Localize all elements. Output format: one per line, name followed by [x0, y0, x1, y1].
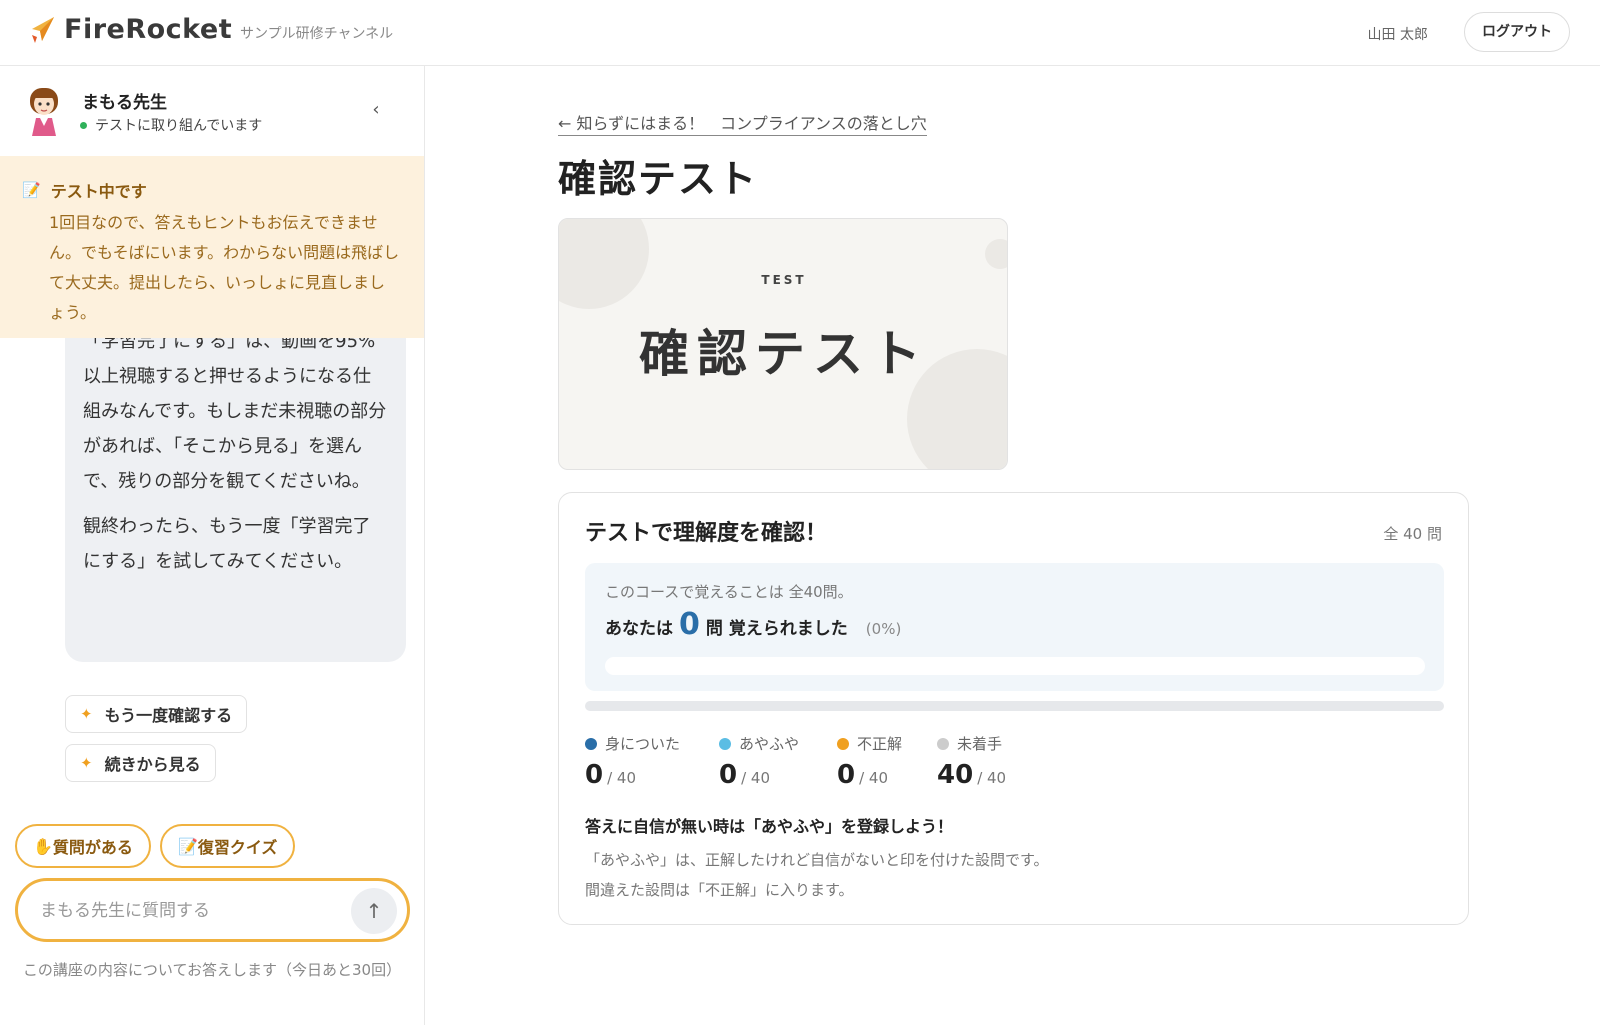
ask-question-label: 質問がある: [52, 838, 133, 857]
memo-icon: 📝: [177, 836, 198, 856]
message-paragraph: 観終わったら、もう一度「学習完了にする」を試してみてください。: [83, 516, 371, 572]
status-distribution-bar: [585, 701, 1444, 711]
teacher-avatar: [30, 88, 58, 136]
test-notice: 📝 テスト中です 1回目なので、答えもヒントもお伝えできません。でもそばにいます…: [0, 156, 424, 338]
stat-of: / 40: [977, 769, 1007, 787]
test-thumbnail: TEST 確認テスト: [558, 218, 1008, 470]
sparkle-icon: ✦: [80, 754, 93, 772]
chevron-left-icon[interactable]: ‹: [366, 100, 386, 120]
stat-value-row: 40/ 40: [937, 760, 1006, 790]
main-content: ← 知らずにはまる！ コンプライアンスの落とし穴 確認テスト TEST 確認テス…: [426, 66, 1600, 1025]
app-header: FireRocket サンプル研修チャンネル 山田 太郎 ログアウト: [0, 0, 1600, 66]
message-paragraph: 「学習完了にする」は、動画を95%以上視聴すると押せるようになる仕組みなんです。…: [83, 331, 387, 492]
resume-label: 続きから見る: [104, 755, 201, 774]
online-status-icon: [80, 121, 87, 129]
stat-value: 0: [585, 760, 604, 790]
learned-prefix: あなたは: [605, 619, 673, 639]
learned-count: 0: [679, 607, 700, 642]
stat-value: 0: [837, 760, 856, 790]
review-quiz-button[interactable]: 📝 復習クイズ: [159, 824, 296, 868]
resume-button[interactable]: ✦ 続きから見る: [65, 744, 216, 782]
ask-question-button[interactable]: ✋ 質問がある: [15, 824, 151, 868]
learned-progress-bar: [605, 657, 1425, 675]
stat-label-row: あやふや: [719, 733, 799, 754]
review-quiz-label: 復習クイズ: [197, 838, 278, 857]
decor-circle: [559, 219, 649, 309]
brand-logo[interactable]: FireRocket: [28, 14, 232, 45]
stat-label: 身についた: [605, 735, 681, 753]
notice-body: 1回目なので、答えもヒントもお伝えできません。でもそばにいます。わからない問題は…: [49, 213, 400, 322]
notice-title: テスト中です: [50, 182, 147, 201]
stat-mastered: 身についた 0/ 40: [585, 733, 680, 790]
learned-percent: (0%): [865, 620, 902, 638]
stat-value-row: 0/ 40: [585, 760, 680, 790]
stat-of: / 40: [859, 769, 889, 787]
stat-value-row: 0/ 40: [837, 760, 902, 790]
tip-body: 「あやふや」は、正解したけれど自信がないと印を付けた設問です。 間違えた設問は「…: [585, 845, 1049, 905]
test-summary-card: テストで理解度を確認！ 全 40 問 このコースで覚えることは 全40問。 あな…: [558, 492, 1469, 925]
recheck-button[interactable]: ✦ もう一度確認する: [65, 695, 248, 733]
thumbnail-kicker: TEST: [761, 273, 807, 287]
notice-title-row: 📝 テスト中です: [22, 178, 400, 202]
raised-hand-icon: ✋: [33, 836, 53, 856]
thumbnail-title: 確認テスト: [639, 325, 929, 383]
stat-label-row: 不正解: [837, 733, 902, 754]
learned-suffix: 問 覚えられました: [705, 619, 848, 639]
channel-name: サンプル研修チャンネル: [240, 26, 394, 42]
stat-value: 40: [937, 760, 974, 790]
stat-incorrect: 不正解 0/ 40: [837, 733, 902, 790]
stat-value: 0: [719, 760, 738, 790]
stat-label: あやふや: [739, 735, 800, 753]
tip-title: 答えに自信が無い時は「あやふや」を登録しよう！: [585, 817, 954, 836]
page-title: 確認テスト: [558, 157, 759, 201]
stat-of: / 40: [607, 769, 637, 787]
logout-button[interactable]: ログアウト: [1464, 12, 1570, 52]
question-input-box: ↑: [15, 878, 410, 942]
tip-line: 「あやふや」は、正解したけれど自信がないと印を付けた設問です。: [585, 851, 1049, 869]
sidebar-header: まもる先生 テストに取り組んでいます ‹: [0, 66, 424, 156]
learned-line: あなたは 0 問 覚えられました (0%): [605, 607, 901, 642]
teacher-name: まもる先生: [82, 93, 167, 113]
decor-circle: [985, 239, 1007, 269]
total-questions: 全 40 問: [1383, 525, 1442, 543]
stat-dot: [585, 737, 597, 750]
stat-of: / 40: [741, 769, 771, 787]
brand-name: FireRocket: [64, 14, 233, 45]
stat-label: 未着手: [957, 735, 1003, 753]
stat-dot: [719, 737, 731, 750]
send-arrow-icon[interactable]: ↑: [351, 888, 397, 934]
stat-unsure: あやふや 0/ 40: [719, 733, 799, 790]
stat-value-row: 0/ 40: [719, 760, 799, 790]
stat-not-started: 未着手 40/ 40: [937, 733, 1006, 790]
tip-line: 間違えた設問は「不正解」に入ります。: [585, 881, 854, 899]
sparkle-icon: ✦: [80, 705, 93, 723]
user-name[interactable]: 山田 太郎: [1368, 24, 1428, 44]
rocket-icon: [32, 16, 54, 43]
recheck-label: もう一度確認する: [104, 706, 233, 725]
stat-label: 不正解: [857, 735, 903, 753]
teacher-status: テストに取り組んでいます: [80, 115, 262, 135]
assistant-sidebar: 「学習完了にする」は、動画を95%以上視聴すると押せるようになる仕組みなんです。…: [0, 66, 425, 1025]
teacher-status-text: テストに取り組んでいます: [95, 118, 263, 134]
stat-label-row: 身についた: [585, 733, 680, 754]
back-to-course-link[interactable]: ← 知らずにはまる！ コンプライアンスの落とし穴: [558, 110, 927, 136]
memo-icon: 📝: [22, 181, 41, 199]
stat-dot: [937, 737, 949, 750]
quick-actions: ✋ 質問がある 📝 復習クイズ: [15, 824, 304, 868]
course-question-count: このコースで覚えることは 全40問。: [605, 583, 853, 601]
usage-note: この講座の内容についてお答えします（今日あと30回）: [22, 961, 402, 979]
learned-summary: このコースで覚えることは 全40問。 あなたは 0 問 覚えられました (0%): [585, 563, 1444, 691]
question-input[interactable]: [40, 897, 340, 925]
stat-label-row: 未着手: [937, 733, 1006, 754]
stat-dot: [837, 737, 849, 750]
card-title: テストで理解度を確認！: [585, 521, 828, 546]
assistant-message: 「学習完了にする」は、動画を95%以上視聴すると押せるようになる仕組みなんです。…: [65, 306, 406, 662]
